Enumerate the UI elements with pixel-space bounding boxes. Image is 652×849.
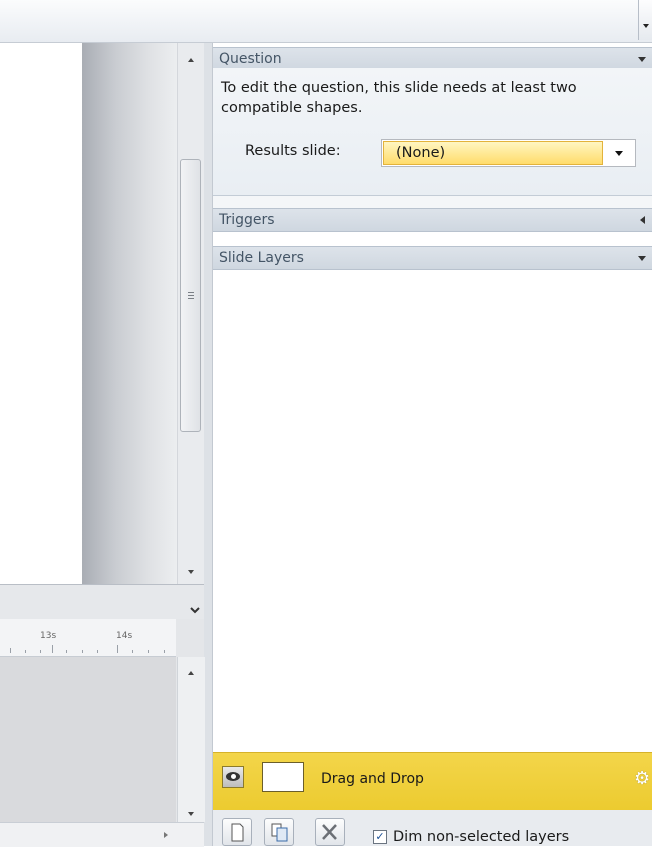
timeline-header — [0, 585, 204, 619]
new-layer-button[interactable] — [222, 818, 252, 846]
grip-line — [188, 292, 194, 293]
delete-layer-icon — [322, 824, 337, 840]
layer-name: Drag and Drop — [321, 771, 424, 787]
collapse-arrow-icon — [638, 256, 646, 261]
duplicate-layer-button[interactable] — [264, 818, 294, 846]
dropdown-arrow-icon[interactable] — [615, 151, 623, 156]
panel-splitter[interactable] — [204, 43, 213, 846]
timeline-collapse-icon[interactable] — [190, 604, 200, 619]
results-slide-label: Results slide: — [245, 143, 341, 159]
slide-layers-section-title: Slide Layers — [219, 250, 304, 266]
ruler-tick — [66, 650, 67, 653]
results-slide-value[interactable]: (None) — [383, 141, 603, 165]
ruler-tick — [10, 648, 11, 653]
timeline-vertical-scrollbar[interactable] — [177, 657, 205, 822]
ruler-label: 13s — [40, 631, 57, 641]
ruler-label: 14s — [116, 631, 133, 641]
ruler-tick — [52, 645, 53, 653]
gear-icon[interactable]: ⚙ — [634, 768, 650, 789]
ruler-tick — [82, 650, 83, 653]
ruler-tick — [148, 650, 149, 653]
ribbon-dropdown-button[interactable] — [638, 0, 652, 40]
scroll-right-icon[interactable] — [164, 832, 168, 838]
eye-pupil — [231, 774, 236, 779]
ribbon-bar — [0, 0, 652, 43]
ruler-tick — [117, 645, 118, 653]
ruler-tick — [164, 650, 165, 653]
scroll-up-icon[interactable] — [188, 58, 194, 62]
layer-thumbnail — [262, 762, 304, 792]
question-section-title: Question — [219, 51, 282, 67]
delete-layer-button[interactable] — [315, 818, 345, 846]
slide-layers-section-header[interactable]: Slide Layers — [213, 246, 652, 270]
expand-arrow-icon — [640, 216, 645, 224]
scroll-down-icon[interactable] — [188, 812, 194, 816]
canvas-scroll-thumb[interactable] — [180, 159, 201, 432]
new-layer-icon — [231, 823, 244, 842]
scroll-down-icon[interactable] — [188, 570, 194, 574]
slide-canvas[interactable] — [0, 43, 82, 584]
question-message: To edit the question, this slide needs a… — [221, 80, 577, 116]
ruler-tick — [132, 650, 133, 653]
grip-line — [188, 295, 194, 296]
timeline-ruler[interactable]: 13s 14s — [0, 619, 176, 657]
timeline-horizontal-scrollbar[interactable] — [0, 822, 204, 847]
chevron-down-icon — [643, 24, 649, 28]
collapse-arrow-icon — [638, 57, 646, 62]
grip-line — [188, 298, 194, 299]
timeline-body[interactable] — [0, 657, 176, 822]
triggers-section-header[interactable]: Triggers — [213, 208, 652, 232]
ruler-tick — [25, 650, 26, 653]
section-spacer — [213, 196, 652, 208]
section-spacer — [213, 232, 652, 246]
dim-non-selected-label: Dim non-selected layers — [393, 829, 570, 845]
duplicate-layer-icon — [271, 823, 288, 842]
dim-non-selected-checkbox[interactable]: ✓ — [373, 830, 387, 844]
scroll-up-icon[interactable] — [188, 671, 194, 675]
ruler-tick — [40, 650, 41, 653]
ruler-tick — [97, 650, 98, 653]
triggers-section-title: Triggers — [219, 212, 275, 228]
canvas-background — [82, 43, 177, 584]
